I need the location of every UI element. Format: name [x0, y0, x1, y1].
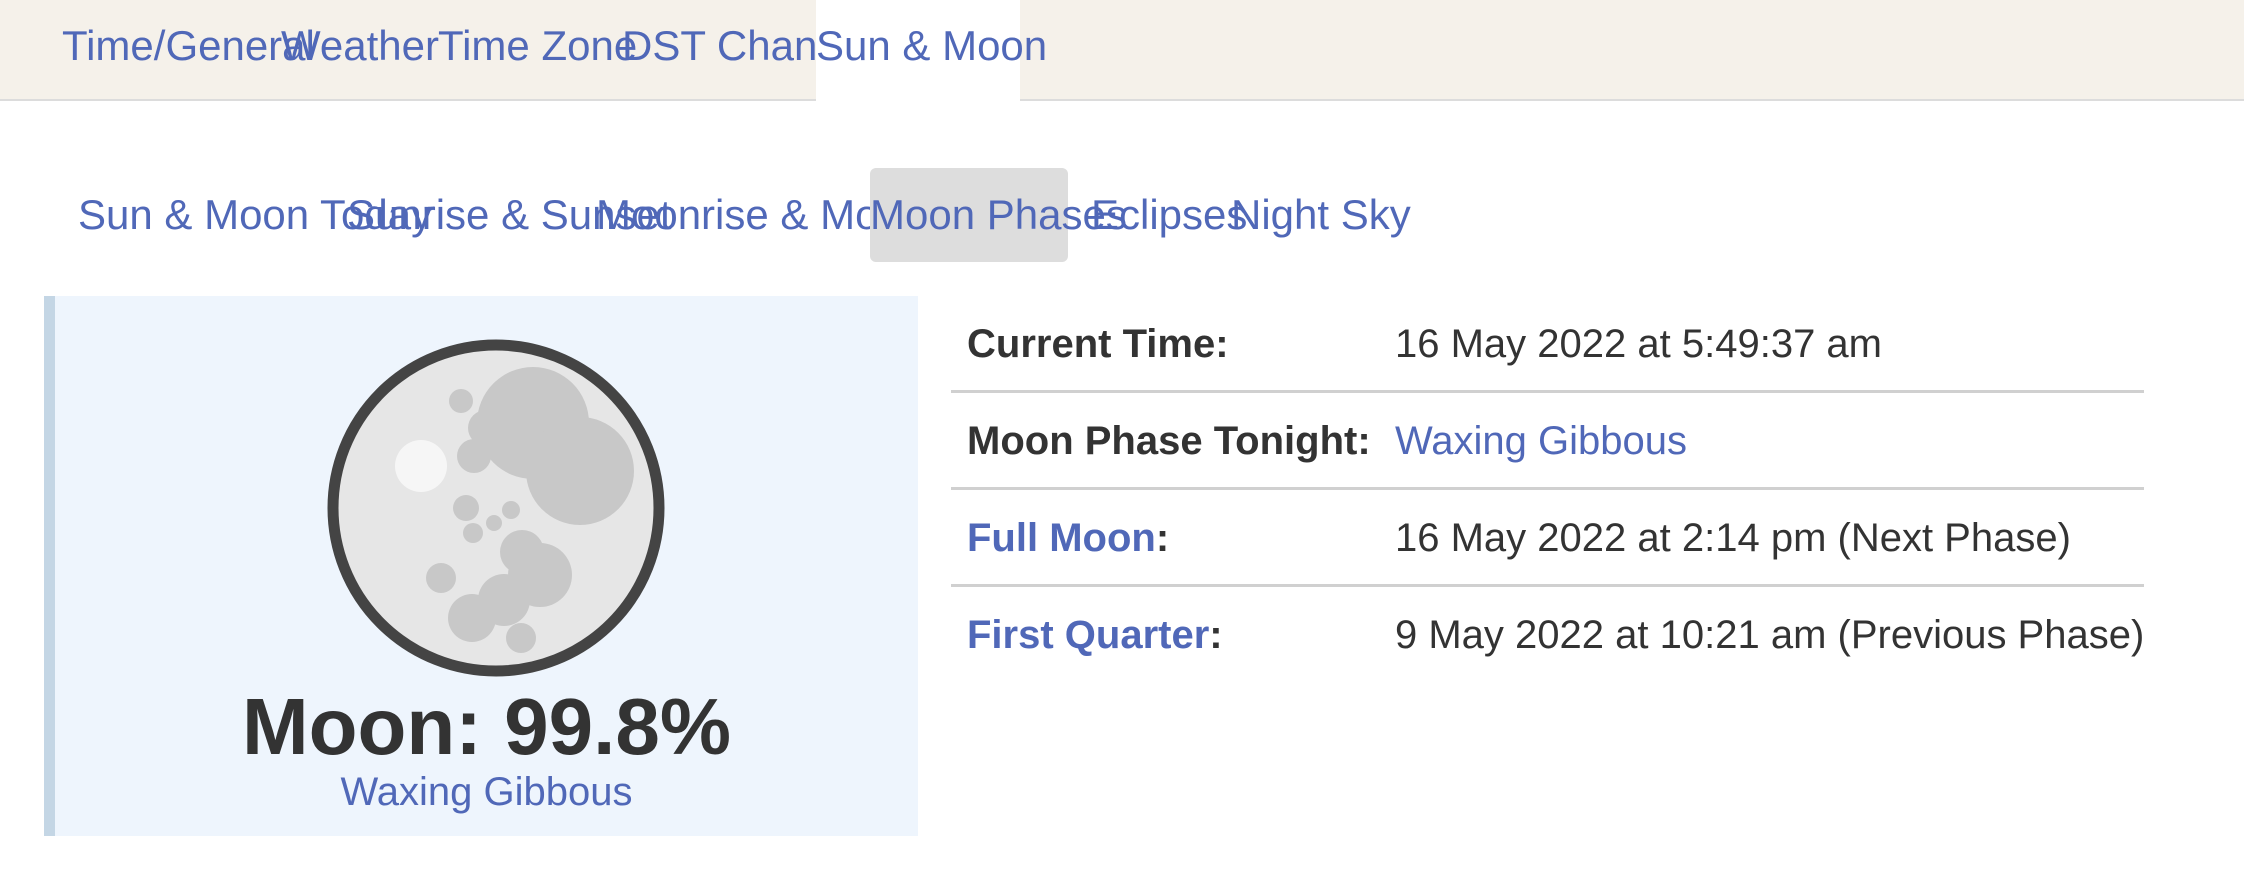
moon-info-table: Current Time: 16 May 2022 at 5:49:37 am … — [951, 296, 2144, 684]
moon-illumination-percent: Moon: 99.8% — [242, 682, 731, 771]
phase-tonight-link[interactable]: Waxing Gibbous — [1395, 393, 1687, 490]
table-row: Current Time: 16 May 2022 at 5:49:37 am — [951, 296, 2144, 393]
label-colon: : — [1209, 613, 1223, 657]
subnav-night-sky[interactable]: Night Sky — [1231, 168, 1411, 262]
next-phase-value: 16 May 2022 at 2:14 pm (Next Phase) — [1395, 516, 2071, 560]
current-time-value: 16 May 2022 at 5:49:37 am — [1395, 322, 1882, 366]
current-time-label: Current Time: — [967, 322, 1229, 366]
tab-time-zone[interactable]: Time Zone — [438, 0, 637, 101]
moon-phase-link[interactable]: Waxing Gibbous — [55, 770, 918, 815]
tab-sun-moon[interactable]: Sun & Moon — [816, 0, 1047, 103]
previous-phase-label: First Quarter: — [967, 587, 1223, 684]
moon-summary-panel: Moon: 99.8% Waxing Gibbous — [44, 296, 918, 836]
tab-weather[interactable]: Weather — [281, 0, 439, 101]
subnav-moon-phases[interactable]: Moon Phases — [870, 168, 1127, 262]
full-moon-link[interactable]: Full Moon — [967, 516, 1156, 560]
first-quarter-link[interactable]: First Quarter — [967, 613, 1209, 657]
phase-tonight-label: Moon Phase Tonight: — [967, 419, 1371, 463]
top-navigation: Time/General Weather Time Zone DST Chang… — [0, 0, 2244, 103]
table-row: First Quarter: 9 May 2022 at 10:21 am (P… — [951, 587, 2144, 684]
label-colon: : — [1155, 516, 1170, 560]
table-row: Full Moon: 16 May 2022 at 2:14 pm (Next … — [951, 490, 2144, 587]
next-phase-label: Full Moon: — [967, 490, 1169, 587]
table-row: Moon Phase Tonight: Waxing Gibbous — [951, 393, 2144, 490]
moon-icon — [327, 339, 665, 677]
tab-time-general[interactable]: Time/General — [62, 0, 315, 101]
subnav-eclipses[interactable]: Eclipses — [1091, 168, 1247, 262]
previous-phase-value: 9 May 2022 at 10:21 am (Previous Phase) — [1395, 613, 2145, 657]
